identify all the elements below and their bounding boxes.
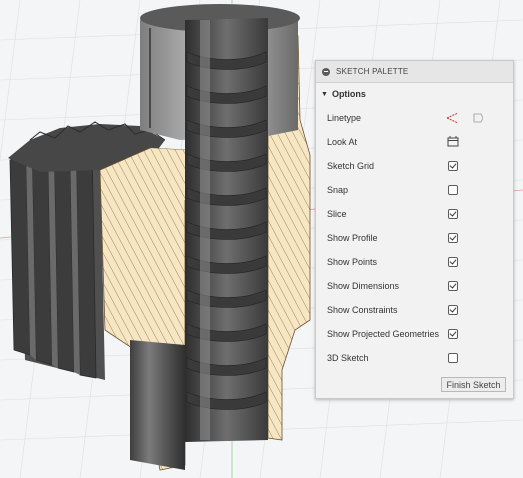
row-show-dimensions: Show Dimensions [316,274,513,298]
collapse-icon[interactable] [322,67,330,76]
construction-icon[interactable] [471,112,483,124]
linetype-icon[interactable] [446,112,458,124]
show-dimensions-label: Show Dimensions [327,281,400,291]
show-points-label: Show Points [327,257,378,267]
show-projected-geometries-checkbox[interactable] [448,329,458,339]
row-slice: Slice [316,202,513,226]
linetype-label: Linetype [327,113,362,123]
sketch-palette: SKETCH PALETTE ▼ Options Linetype Look A… [315,60,514,399]
row-look-at: Look At [316,130,513,154]
show-projected-geometries-label: Show Projected Geometries [327,329,440,339]
palette-title: SKETCH PALETTE [336,67,409,76]
row-3d-sketch: 3D Sketch [316,346,513,370]
show-constraints-label: Show Constraints [327,305,398,315]
bottom-shaft [130,340,185,470]
show-constraints-checkbox[interactable] [448,305,458,315]
show-points-checkbox[interactable] [448,257,458,267]
show-profile-checkbox[interactable] [448,233,458,243]
palette-header[interactable]: SKETCH PALETTE [316,61,513,83]
row-sketch-grid: Sketch Grid [316,154,513,178]
row-show-profile: Show Profile [316,226,513,250]
snap-label: Snap [327,185,349,195]
hub-step-left [150,148,186,200]
show-dimensions-checkbox[interactable] [448,281,458,291]
triangle-down-icon: ▼ [321,90,328,98]
3d-sketch-label: 3D Sketch [327,353,369,363]
row-linetype: Linetype [316,106,513,130]
slice-checkbox[interactable] [448,209,458,219]
show-profile-label: Show Profile [327,233,378,243]
snap-checkbox[interactable] [448,185,458,195]
sketch-grid-checkbox[interactable] [448,161,458,171]
options-section-header[interactable]: ▼ Options [316,83,513,105]
finish-sketch-button[interactable]: Finish Sketch [441,377,506,392]
row-show-constraints: Show Constraints [316,298,513,322]
options-label: Options [331,89,366,99]
row-show-points: Show Points [316,250,513,274]
look-at-icon[interactable] [447,136,459,148]
look-at-label: Look At [327,137,358,147]
row-show-projected-geometries: Show Projected Geometries [316,322,513,346]
3d-sketch-checkbox[interactable] [448,353,458,363]
sketch-grid-label: Sketch Grid [327,161,375,171]
row-snap: Snap [316,178,513,202]
slice-label: Slice [327,209,347,219]
